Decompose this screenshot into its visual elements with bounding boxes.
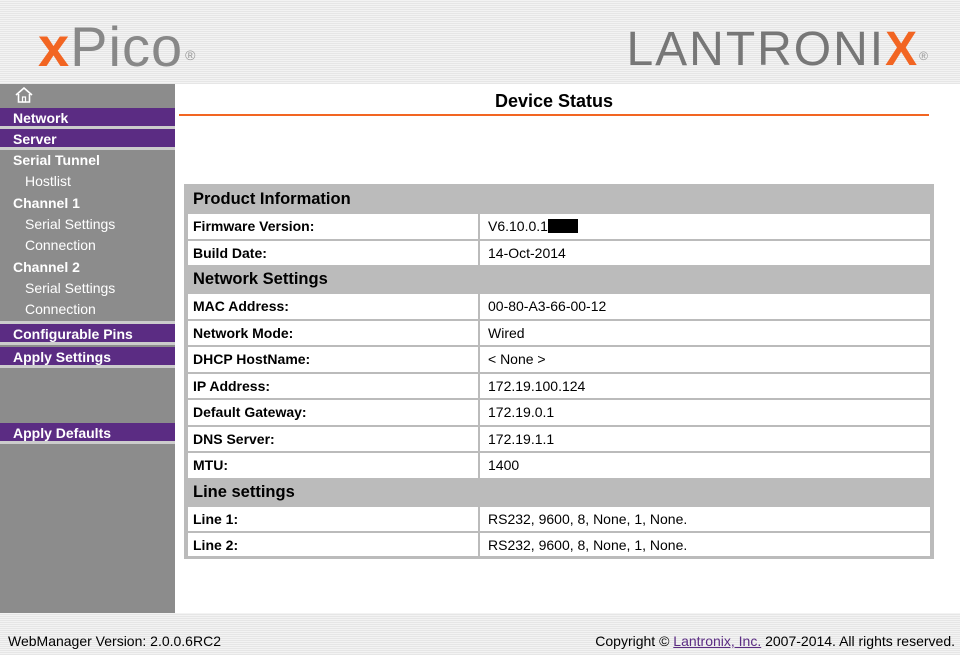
lantronix-logo: LANTRONIX® bbox=[626, 23, 930, 76]
page-title: Device Status bbox=[494, 91, 614, 111]
apply-settings-button[interactable]: Apply Settings bbox=[0, 346, 175, 368]
sidebar-item-channel-1-connection[interactable]: Connection bbox=[0, 235, 175, 257]
row-value: < None > bbox=[488, 351, 546, 367]
row-value: V6.10.0.1 bbox=[480, 214, 930, 239]
table-row: Network Mode: Wired bbox=[188, 318, 930, 345]
row-value: 14-Oct-2014 bbox=[488, 244, 566, 261]
device-status-table: Product Information Firmware Version: V6… bbox=[184, 184, 934, 559]
sidebar-item-channel-2-serial-settings[interactable]: Serial Settings bbox=[0, 278, 175, 300]
header: xPico ® LANTRONIX® bbox=[0, 0, 960, 84]
row-label: Build Date: bbox=[188, 240, 480, 265]
table-row: DNS Server: 172.19.1.1 bbox=[188, 424, 930, 451]
table-row: Firmware Version: V6.10.0.1 bbox=[188, 212, 930, 239]
xpico-logo: xPico ® bbox=[38, 15, 197, 78]
title-divider bbox=[179, 114, 929, 116]
row-label: Line 1: bbox=[188, 506, 480, 531]
row-label: Firmware Version: bbox=[188, 214, 480, 239]
table-row: Build Date: 14-Oct-2014 bbox=[188, 238, 930, 265]
row-label: Network Mode: bbox=[188, 320, 480, 345]
home-link[interactable] bbox=[0, 84, 175, 108]
row-label: DNS Server: bbox=[188, 426, 480, 451]
section-heading-product: Product Information bbox=[193, 190, 351, 208]
main-content: Device Status Product Information Firmwa… bbox=[175, 84, 960, 613]
sidebar-item-serial-tunnel[interactable]: Serial Tunnel bbox=[0, 150, 175, 171]
section-heading-line: Line settings bbox=[193, 482, 295, 501]
row-value: RS232, 9600, 8, None, 1, None. bbox=[488, 510, 688, 527]
row-value: 172.19.0.1 bbox=[488, 404, 555, 420]
redaction-box bbox=[547, 219, 578, 233]
footer: WebManager Version: 2.0.0.6RC2 Copyright… bbox=[0, 613, 960, 655]
row-value: 172.19.1.1 bbox=[488, 430, 555, 447]
row-label: Line 2: bbox=[188, 533, 480, 556]
table-row: Default Gateway: 172.19.0.1 bbox=[188, 398, 930, 425]
table-row: DHCP HostName: < None > bbox=[188, 345, 930, 372]
sidebar-item-hostlist[interactable]: Hostlist bbox=[0, 171, 175, 193]
row-label: Default Gateway: bbox=[188, 400, 480, 425]
sidebar-item-channel-2[interactable]: Channel 2 bbox=[0, 257, 175, 278]
lantronix-link[interactable]: Lantronix, Inc. bbox=[673, 633, 761, 649]
sidebar-item-network[interactable]: Network bbox=[0, 108, 175, 129]
apply-defaults-button[interactable]: Apply Defaults bbox=[0, 422, 175, 444]
row-label: MTU: bbox=[188, 453, 480, 478]
section-heading-network: Network Settings bbox=[193, 270, 328, 288]
sidebar-item-channel-2-connection[interactable]: Connection bbox=[0, 299, 175, 321]
table-row: Line 2: RS232, 9600, 8, None, 1, None. bbox=[188, 531, 930, 558]
row-value: 172.19.100.124 bbox=[488, 377, 586, 394]
table-row: Line 1: RS232, 9600, 8, None, 1, None. bbox=[188, 504, 930, 531]
row-value: RS232, 9600, 8, None, 1, None. bbox=[488, 537, 688, 553]
home-icon[interactable] bbox=[14, 86, 34, 103]
row-label: DHCP HostName: bbox=[188, 347, 480, 372]
sidebar-item-channel-1-serial-settings[interactable]: Serial Settings bbox=[0, 214, 175, 236]
sidebar-item-server[interactable]: Server bbox=[0, 129, 175, 150]
row-value: 00-80-A3-66-00-12 bbox=[488, 298, 607, 314]
table-row: IP Address: 172.19.100.124 bbox=[188, 371, 930, 398]
row-value: 1400 bbox=[488, 457, 520, 473]
sidebar: Network Server Serial Tunnel Hostlist Ch… bbox=[0, 84, 175, 613]
webmanager-version: WebManager Version: 2.0.0.6RC2 bbox=[8, 633, 221, 649]
sidebar-item-configurable-pins[interactable]: Configurable Pins bbox=[0, 323, 175, 345]
table-row: MAC Address: 00-80-A3-66-00-12 bbox=[188, 292, 930, 319]
copyright-notice: Copyright © Lantronix, Inc. 2007-2014. A… bbox=[595, 633, 955, 649]
row-label: MAC Address: bbox=[188, 294, 480, 319]
row-value: Wired bbox=[488, 324, 525, 341]
sidebar-item-channel-1[interactable]: Channel 1 bbox=[0, 193, 175, 214]
row-label: IP Address: bbox=[188, 373, 480, 398]
table-row: MTU: 1400 bbox=[188, 451, 930, 478]
